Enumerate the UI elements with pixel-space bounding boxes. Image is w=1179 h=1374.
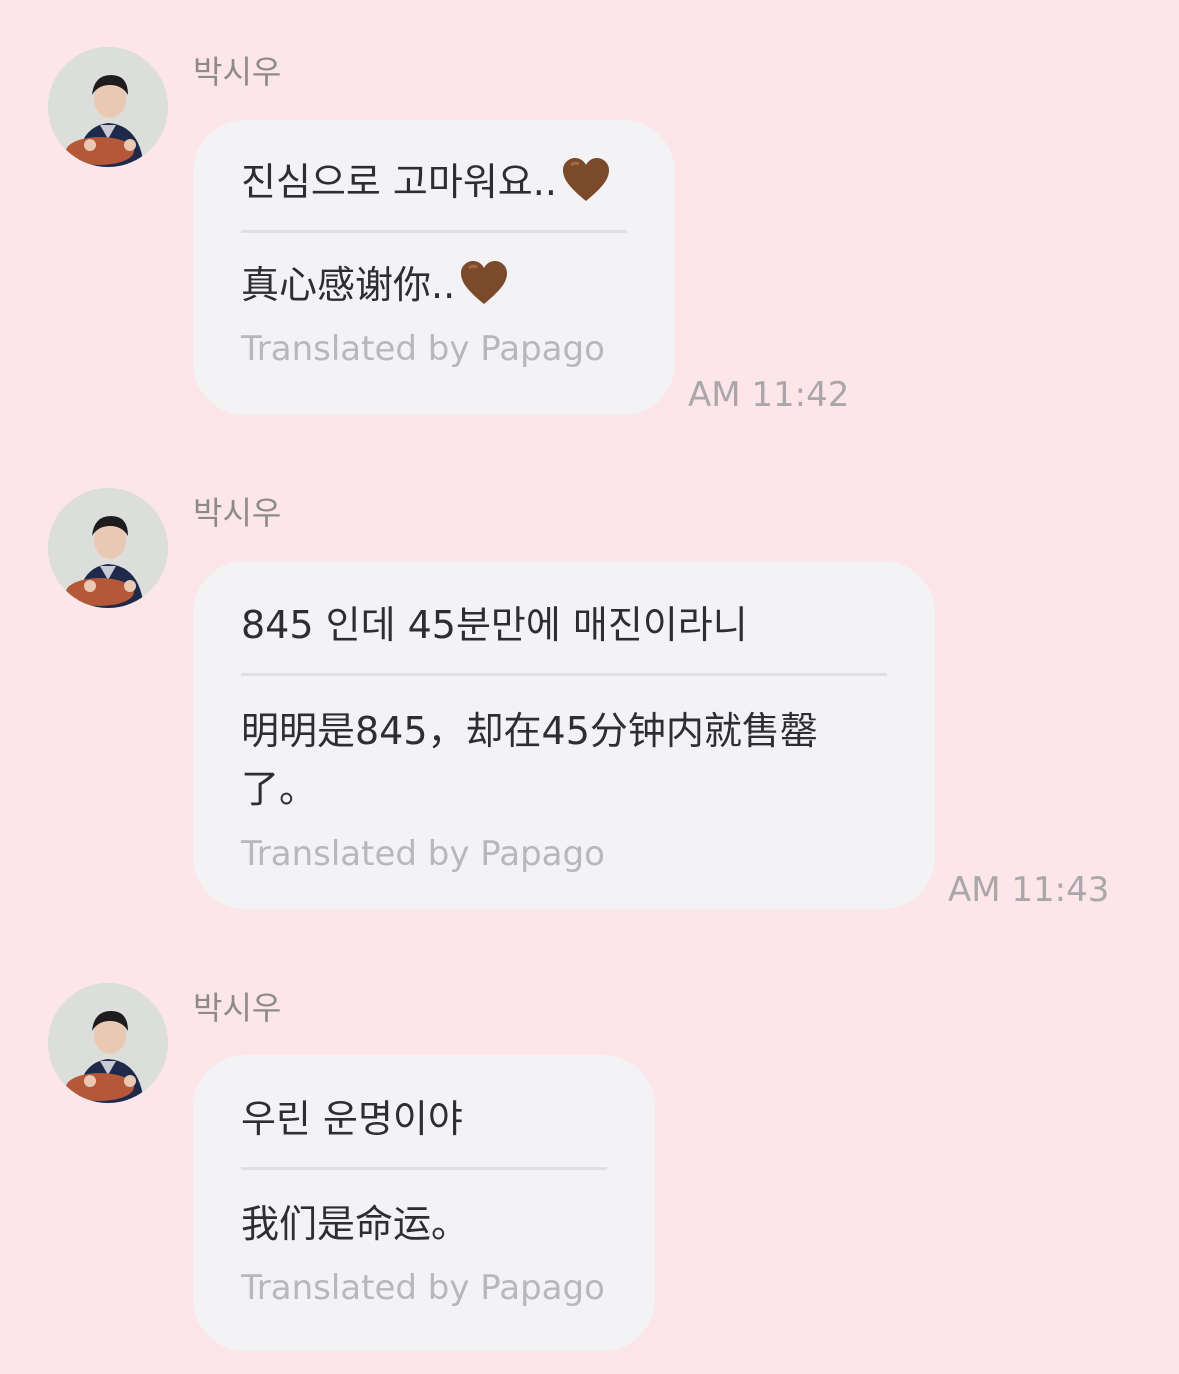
translated-text: 明明是845，却在45分钟内就售罄了。 <box>241 709 818 811</box>
original-text: 진심으로 고마워요.. <box>241 160 557 204</box>
translation-divider <box>241 673 887 676</box>
brown-heart-icon <box>562 158 609 201</box>
sender-name: 박시우 <box>193 53 282 91</box>
translated-text: 真心感谢你.. <box>241 263 456 307</box>
avatar[interactable] <box>48 488 168 608</box>
message-bubble[interactable]: 845 인데 45분만에 매진이라니 明明是845，却在45分钟内就售罄了。 T… <box>193 561 935 909</box>
sender-name: 박시우 <box>193 989 282 1027</box>
original-text-row: 진심으로 고마워요.. <box>241 120 627 210</box>
avatar[interactable] <box>48 983 168 1103</box>
original-text: 845 인데 45분만에 매진이라니 <box>241 603 748 647</box>
sender-name: 박시우 <box>193 494 282 532</box>
original-text: 우린 운명이야 <box>241 1097 463 1141</box>
message-time: AM 11:43 <box>948 870 1110 910</box>
message-time: AM 11:42 <box>688 375 850 415</box>
avatar-photo <box>48 47 168 167</box>
message-bubble[interactable]: 진심으로 고마워요.. 真心感谢你.. Translated by Papago <box>193 120 675 415</box>
translation-credit: Translated by Papago <box>241 329 605 369</box>
translated-text: 我们是命运。 <box>241 1202 470 1246</box>
translation-divider <box>241 1167 607 1170</box>
avatar[interactable] <box>48 47 168 167</box>
translation-text-row: 真心感谢你.. <box>241 257 627 313</box>
avatar-photo <box>48 488 168 608</box>
translation-divider <box>241 230 627 233</box>
avatar-photo <box>48 983 168 1103</box>
translation-credit: Translated by Papago <box>241 1268 605 1308</box>
brown-heart-icon <box>461 261 508 304</box>
translation-credit: Translated by Papago <box>241 834 605 874</box>
message-bubble[interactable]: 우린 운명이야 我们是命运。 Translated by Papago <box>193 1055 655 1351</box>
